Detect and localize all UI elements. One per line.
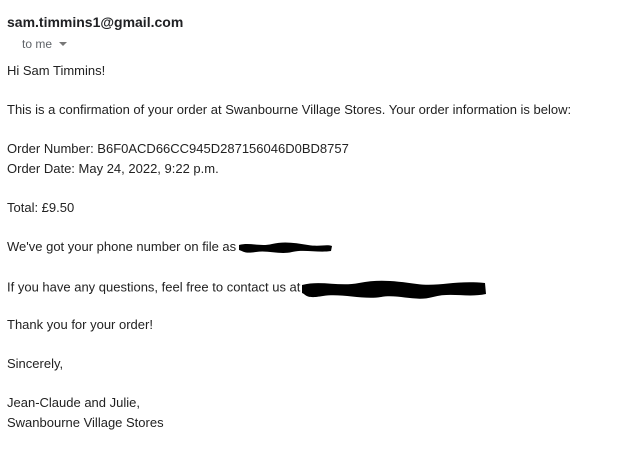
contact-redaction xyxy=(301,279,487,299)
signature-names: Jean-Claude and Julie, xyxy=(7,395,140,410)
order-date: Order Date: May 24, 2022, 9:22 p.m. xyxy=(7,161,219,176)
phone-text: We've got your phone number on file as xyxy=(7,239,237,254)
signature-store: Swanbourne Village Stores xyxy=(7,415,164,430)
order-total: Total: £9.50 xyxy=(7,200,75,215)
thanks-text: Thank you for your order! xyxy=(7,317,153,332)
sign-off: Sincerely, xyxy=(7,356,64,371)
order-number: Order Number: B6F0ACD66CC945D287156046D0… xyxy=(7,141,349,156)
recipient-label: to me xyxy=(22,37,53,51)
contact-line: If you have any questions, feel free to … xyxy=(7,278,487,299)
intro-text: This is a confirmation of your order at … xyxy=(7,102,572,117)
phone-redaction xyxy=(238,241,333,253)
recipient-details-toggle[interactable]: to me xyxy=(22,37,68,51)
contact-text: If you have any questions, feel free to … xyxy=(7,279,301,295)
chevron-down-icon[interactable] xyxy=(59,42,68,46)
sender-email[interactable]: sam.timmins1@gmail.com xyxy=(7,14,183,30)
greeting: Hi Sam Timmins! xyxy=(7,63,106,78)
phone-line: We've got your phone number on file as xyxy=(7,239,333,255)
